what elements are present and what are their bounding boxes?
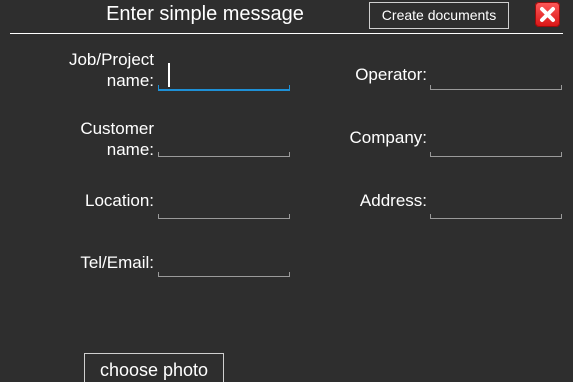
dialog-title: Enter simple message <box>106 3 304 25</box>
customer-name-input[interactable] <box>158 128 290 157</box>
job-project-name-input[interactable] <box>158 61 290 91</box>
create-documents-button[interactable]: Create documents <box>369 2 509 29</box>
header-divider <box>10 33 563 34</box>
job-project-name-label: Job/Project name: <box>68 50 154 90</box>
address-label: Address: <box>359 191 427 210</box>
operator-label: Operator: <box>355 65 427 84</box>
close-icon <box>540 7 555 22</box>
tel-email-input[interactable] <box>158 248 290 277</box>
tel-email-label: Tel/Email: <box>80 253 154 272</box>
customer-name-label: Customer name: <box>80 119 154 159</box>
address-input[interactable] <box>430 190 562 219</box>
close-button[interactable] <box>535 2 560 27</box>
choose-photo-button[interactable]: choose photo <box>84 353 224 382</box>
operator-input[interactable] <box>430 61 562 90</box>
text-caret <box>168 63 170 87</box>
company-input[interactable] <box>430 128 562 157</box>
location-label: Location: <box>85 191 154 210</box>
company-label: Company: <box>349 128 427 147</box>
simple-message-dialog: Enter simple message Create documents Jo… <box>0 0 573 382</box>
location-input[interactable] <box>158 190 290 219</box>
